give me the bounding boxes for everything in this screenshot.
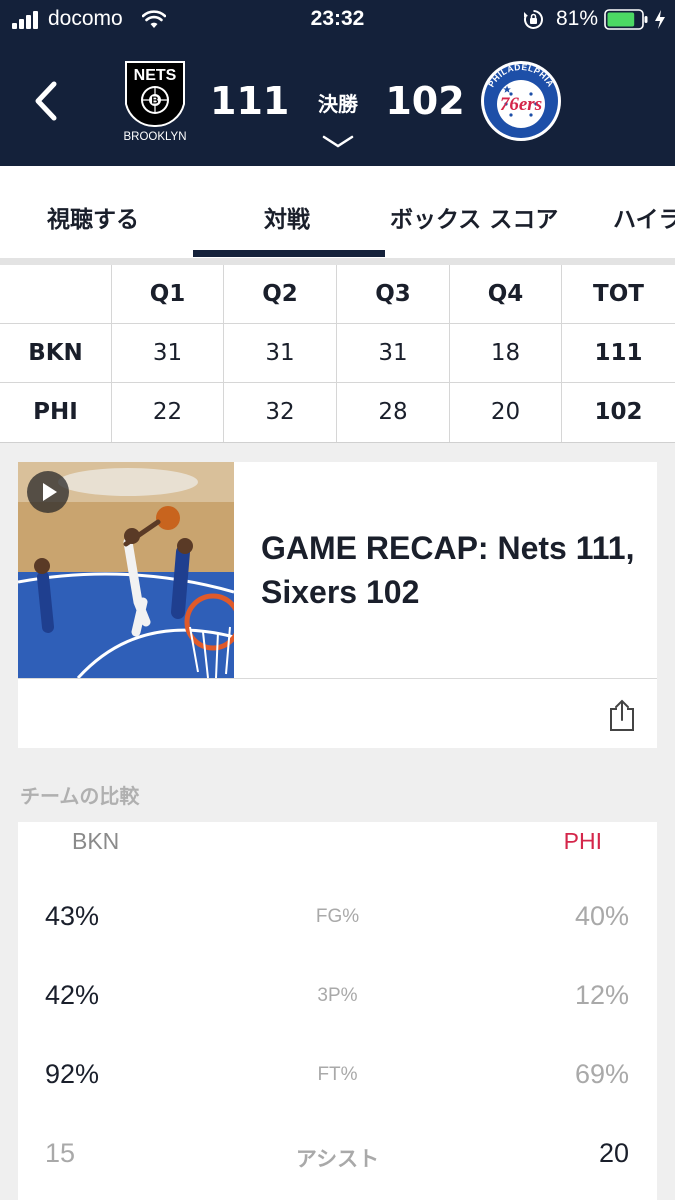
tab-box-score[interactable]: ボックス スコア	[390, 200, 558, 234]
quarter-score-cell: 20	[450, 383, 562, 442]
stat-label: FT%	[317, 1064, 358, 1085]
section-title: チームの比較	[20, 784, 140, 808]
quarter-score-cell: 31	[112, 324, 224, 383]
back-button[interactable]	[26, 78, 66, 124]
battery-icon	[604, 9, 648, 30]
chevron-down-icon[interactable]	[321, 134, 355, 150]
linescore-header-cell	[0, 265, 112, 324]
stat-row: 42% 3P% 12%	[18, 974, 657, 1024]
quarter-score-cell: 31	[224, 324, 337, 383]
share-icon[interactable]	[608, 698, 636, 732]
active-tab-indicator	[193, 250, 385, 257]
stat-row: 92% FT% 69%	[18, 1053, 657, 1103]
quarter-score-cell: 18	[450, 324, 562, 383]
total-score-cell: 102	[594, 399, 643, 425]
svg-text:B: B	[151, 96, 158, 107]
tabs-divider	[0, 258, 675, 265]
linescore-table: Q1 Q2 Q3 Q4 TOT BKN 31 31 31 18 111 PHI …	[0, 265, 675, 443]
team-comparison-card: BKN PHI 43% FG% 40% 42% 3P% 12% 92% FT% …	[18, 822, 657, 1200]
battery-percent: 81%	[556, 7, 599, 30]
team-abbr-cell: PHI	[0, 383, 112, 442]
linescore-header-cell: Q2	[224, 265, 337, 324]
away-stat-value: 69%	[574, 1059, 629, 1089]
game-status: 決勝	[318, 92, 358, 116]
status-bar: docomo 23:32 81%	[0, 0, 675, 38]
stat-row: 43% FG% 40%	[18, 895, 657, 945]
away-stat-value: 40%	[574, 901, 629, 931]
table-row: BKN 31 31 31 18 111	[0, 324, 675, 383]
tab-matchup[interactable]: 対戦	[264, 200, 310, 234]
svg-text:76ers: 76ers	[500, 94, 542, 115]
svg-text:NETS: NETS	[134, 67, 177, 84]
total-score-cell: 111	[594, 340, 643, 366]
linescore-header-cell: Q3	[337, 265, 450, 324]
game-recap-card[interactable]: GAME RECAP: Nets 111, Sixers 102	[18, 462, 657, 748]
linescore-header-row: Q1 Q2 Q3 Q4 TOT	[0, 265, 675, 324]
quarter-score-cell: 22	[112, 383, 224, 442]
charging-icon	[655, 10, 665, 29]
tab-watch[interactable]: 視聴する	[47, 200, 139, 234]
stat-label: FG%	[315, 906, 360, 927]
table-row: PHI 22 32 28 20 102	[0, 383, 675, 442]
stat-label: アシスト	[295, 1147, 380, 1171]
comparison-away-team: PHI	[563, 828, 602, 854]
linescore-header-cell: Q1	[112, 265, 224, 324]
linescore-header-cell: Q4	[450, 265, 562, 324]
recap-title[interactable]: GAME RECAP: Nets 111, Sixers 102	[261, 526, 641, 614]
nets-logo: NETS B BROOKLYN	[123, 61, 187, 143]
comparison-home-team: BKN	[72, 828, 120, 854]
sixers-logo: PHILADELPHIA 76ers	[481, 61, 561, 141]
away-stat-value: 12%	[574, 980, 629, 1010]
quarter-score-cell: 31	[337, 324, 450, 383]
quarter-score-cell: 32	[224, 383, 337, 442]
tab-bar: 視聴する 対戦 ボックス スコア ハイライト	[0, 166, 675, 258]
quarter-score-cell: 28	[337, 383, 450, 442]
away-score: 102	[385, 79, 465, 123]
stat-row: 15 アシスト 20	[18, 1132, 657, 1182]
rotation-lock-icon	[524, 10, 543, 29]
game-header: docomo 23:32 81% NETS B BROOKLYN 111 決勝 …	[0, 0, 675, 166]
home-score: 111	[210, 79, 290, 123]
linescore-header-cell: TOT	[593, 281, 644, 307]
stat-label: 3P%	[317, 985, 358, 1006]
tab-highlights[interactable]: ハイライト	[613, 200, 675, 234]
recap-video-thumbnail[interactable]	[18, 462, 234, 678]
team-abbr-cell: BKN	[0, 324, 112, 383]
recap-divider	[18, 678, 657, 679]
away-stat-value: 20	[598, 1138, 629, 1168]
svg-text:BROOKLYN: BROOKLYN	[123, 131, 186, 143]
